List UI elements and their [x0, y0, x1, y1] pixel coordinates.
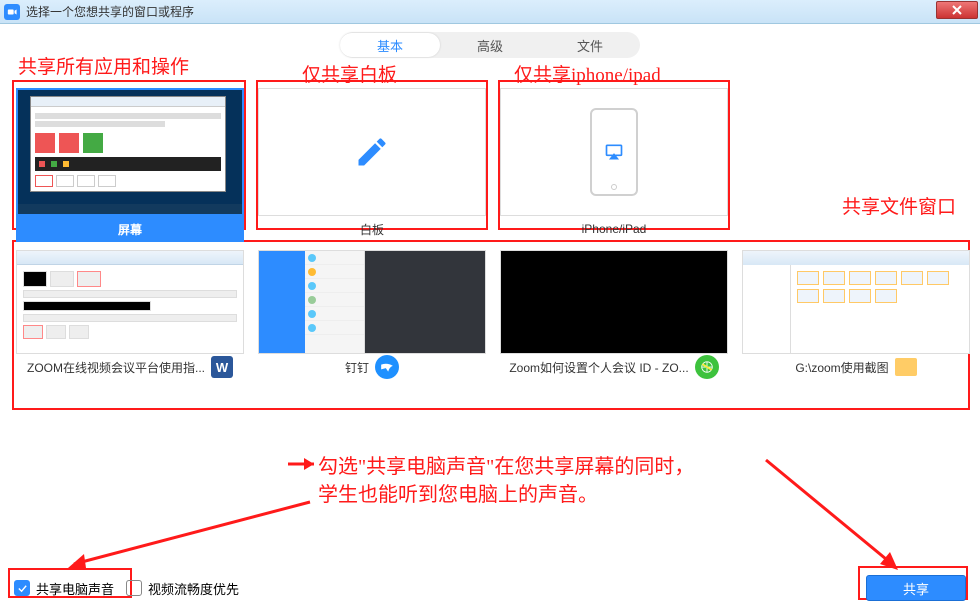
share-option-word-doc[interactable]: ZOOM在线视频会议平台使用指... W	[16, 250, 244, 380]
card-label-whiteboard: 白板	[360, 221, 384, 238]
tab-file[interactable]: 文件	[540, 33, 640, 57]
card-label-screen: 屏幕	[118, 221, 142, 238]
share-option-dingding[interactable]: 钉钉	[258, 250, 486, 380]
share-audio-label: 共享电脑声音	[36, 579, 114, 598]
annotation-audio-1: 勾选"共享电脑声音"在您共享屏幕的同时，	[318, 450, 694, 479]
card-label-browser: Zoom如何设置个人会议 ID - ZO...	[509, 359, 688, 376]
share-button[interactable]: 共享	[866, 575, 966, 601]
card-label-iphone: iPhone/iPad	[582, 222, 647, 236]
arrow-left-icon	[280, 454, 316, 474]
share-option-screen[interactable]: 屏幕	[16, 88, 244, 242]
annotation-all-apps: 共享所有应用和操作	[18, 52, 189, 79]
checkbox-fluency[interactable]: 视频流畅度优先	[126, 579, 239, 598]
word-icon: W	[211, 356, 233, 378]
share-option-iphone[interactable]: iPhone/iPad	[500, 88, 728, 242]
card-label-folder: G:\zoom使用截图	[795, 359, 888, 376]
airplay-icon	[604, 142, 624, 162]
share-option-whiteboard[interactable]: 白板	[258, 88, 486, 242]
share-option-folder[interactable]: G:\zoom使用截图	[742, 250, 970, 380]
pencil-icon	[354, 134, 390, 170]
card-label-dingding: 钉钉	[345, 359, 369, 376]
zoom-app-icon	[4, 4, 20, 20]
close-button[interactable]	[936, 1, 978, 19]
card-label-doc: ZOOM在线视频会议平台使用指...	[27, 359, 205, 376]
annotation-audio-2: 学生也能听到您电脑上的声音。	[318, 478, 598, 507]
tab-basic[interactable]: 基本	[340, 33, 440, 57]
bottom-bar: 共享电脑声音 视频流畅度优先 共享	[14, 575, 966, 601]
window-title: 选择一个您想共享的窗口或程序	[26, 3, 194, 20]
folder-icon	[895, 358, 917, 376]
arrow-to-audio-icon	[60, 498, 320, 574]
dingding-icon	[375, 355, 399, 379]
tab-advanced[interactable]: 高级	[440, 33, 540, 57]
checkbox-icon-unchecked	[126, 580, 142, 596]
arrow-to-share-icon	[760, 454, 910, 578]
checkbox-icon-checked	[14, 580, 30, 596]
share-button-label: 共享	[903, 579, 929, 598]
checkbox-share-audio[interactable]: 共享电脑声音	[14, 579, 114, 598]
browser-360-icon	[695, 355, 719, 379]
fluency-label: 视频流畅度优先	[148, 579, 239, 598]
phone-icon	[590, 108, 638, 196]
titlebar: 选择一个您想共享的窗口或程序	[0, 0, 980, 24]
share-option-browser[interactable]: Zoom如何设置个人会议 ID - ZO...	[500, 250, 728, 380]
